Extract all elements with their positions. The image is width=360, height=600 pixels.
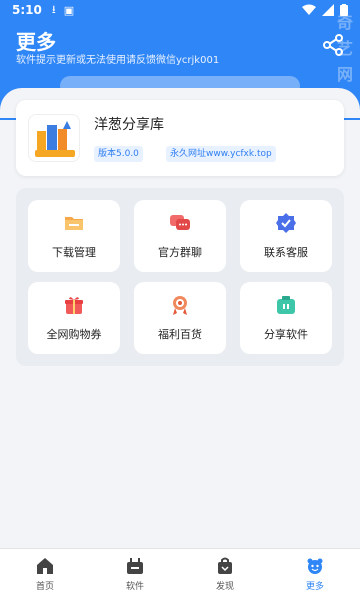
download-manager-tile[interactable]: 下载管理 (28, 200, 120, 272)
battery-icon (340, 4, 348, 16)
wifi-icon (302, 4, 316, 15)
home-icon (37, 558, 53, 574)
share-icon[interactable] (322, 34, 344, 56)
nav-home[interactable]: 首页 (0, 549, 90, 600)
nav-discover[interactable]: 发现 (180, 549, 270, 600)
tile-label: 福利百货 (158, 328, 202, 341)
customer-service-tile[interactable]: 联系客服 (240, 200, 332, 272)
tile-label: 下载管理 (52, 246, 96, 259)
shopping-coupon-tile[interactable]: 全网购物券 (28, 282, 120, 354)
app-name: 洋葱分享库 (94, 117, 164, 133)
download-icon: ⭳ (51, 2, 56, 16)
welfare-store-tile[interactable]: 福利百货 (134, 282, 226, 354)
status-bar: 5:10 ⭳ ▣ (0, 0, 360, 20)
tile-label: 官方群聊 (158, 246, 202, 259)
folder-icon (65, 217, 83, 230)
status-time: 5:10 (12, 3, 42, 17)
app-info-card: 洋葱分享库 版本5.0.0 永久网址www.ycfxk.top (16, 100, 344, 176)
nav-label: 首页 (35, 582, 54, 592)
update-notice: 软件提示更新或无法使用请反馈微信ycrjk001 (16, 55, 220, 66)
bag-icon (277, 296, 295, 314)
version-badge: 版本5.0.0 (94, 146, 143, 162)
signal-icon (322, 4, 334, 16)
shopping-bag-icon (218, 557, 232, 574)
badge-check-icon (276, 213, 296, 233)
nav-label: 软件 (125, 582, 144, 592)
mascot-icon (307, 558, 323, 574)
nav-label: 更多 (305, 582, 324, 592)
software-icon (127, 558, 143, 574)
tile-label: 全网购物券 (46, 328, 102, 341)
nav-label: 发现 (215, 582, 234, 592)
tile-label: 分享软件 (264, 328, 308, 341)
official-group-tile[interactable]: 官方群聊 (134, 200, 226, 272)
medal-icon (173, 296, 187, 315)
nav-more[interactable]: 更多 (270, 549, 360, 600)
app-logo (28, 114, 80, 162)
bottom-nav: 首页 软件 发现 更多 (0, 548, 360, 600)
gift-icon (65, 297, 83, 314)
feature-panel: 下载管理 官方群聊 联系客服 全网购物券 福利百货 分享软件 (16, 188, 344, 366)
app-icon: ▣ (63, 3, 75, 17)
chat-icon (170, 215, 190, 230)
share-software-tile[interactable]: 分享软件 (240, 282, 332, 354)
website-badge[interactable]: 永久网址www.ycfxk.top (166, 146, 276, 162)
nav-software[interactable]: 软件 (90, 549, 180, 600)
tile-label: 联系客服 (264, 246, 308, 259)
